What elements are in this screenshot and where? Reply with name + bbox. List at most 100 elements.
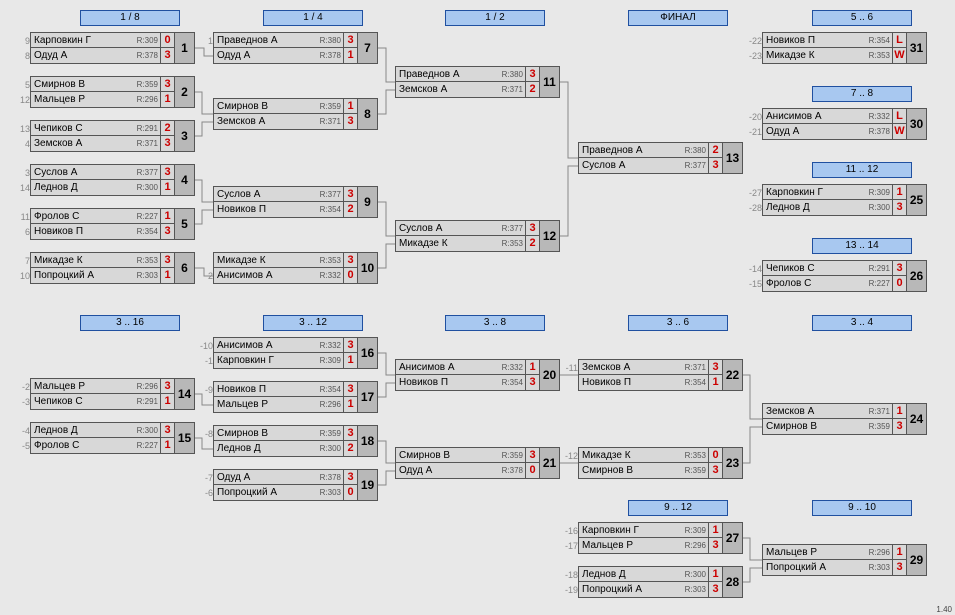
seed: 11 — [17, 209, 30, 225]
player-score: 3 — [708, 582, 722, 597]
player-name: Леднов Д — [31, 425, 134, 436]
column-header: 3 .. 12 — [263, 315, 363, 331]
player-score: 1 — [160, 209, 174, 224]
player-row: Новиков ПR:3543 — [395, 375, 540, 391]
player-row: Леднов ДR:3002 — [213, 441, 358, 457]
seed: -27 — [749, 185, 762, 201]
match: -18Леднов ДR:3001-19Попроцкий АR:303328 — [578, 566, 743, 598]
match-number: 26 — [907, 260, 927, 292]
player-score: 3 — [525, 221, 539, 236]
match: 1Праведнов АR:3803Одуд АR:37817 — [213, 32, 378, 64]
seed: -4 — [17, 423, 30, 439]
player-score: 2 — [525, 236, 539, 251]
player-score: 3 — [343, 338, 357, 353]
player-score: 1 — [160, 268, 174, 283]
seed: 10 — [17, 268, 30, 284]
match-number: 14 — [175, 378, 195, 410]
match-number: 12 — [540, 220, 560, 252]
player-row: -12Микадзе КR:3530 — [578, 447, 723, 463]
player-name: Микадзе К — [31, 255, 134, 266]
player-row: 11Фролов СR:2271 — [30, 208, 175, 224]
player-rating: R:371 — [866, 407, 892, 416]
match: 7Микадзе КR:353310Попроцкий АR:30316 — [30, 252, 195, 284]
seed: 14 — [17, 180, 30, 196]
player-row: -5Фролов СR:2271 — [30, 438, 175, 454]
match: Суслов АR:3773Новиков ПR:35429 — [213, 186, 378, 218]
player-score: 3 — [343, 187, 357, 202]
seed: -20 — [749, 109, 762, 125]
player-row: Смирнов ВR:3593 — [578, 463, 723, 479]
player-score: 3 — [708, 158, 722, 173]
player-score: 3 — [525, 67, 539, 82]
column-header: 3 .. 4 — [812, 315, 912, 331]
player-rating: R:300 — [134, 183, 160, 192]
match: -8Смирнов ВR:3593Леднов ДR:300218 — [213, 425, 378, 457]
player-score: 3 — [525, 375, 539, 390]
player-score: 1 — [708, 567, 722, 582]
player-rating: R:371 — [499, 85, 525, 94]
player-score: 2 — [160, 121, 174, 136]
match: -11Земсков АR:3713Новиков ПR:354122 — [578, 359, 743, 391]
player-row: 7Микадзе КR:3533 — [30, 252, 175, 268]
match-number: 28 — [723, 566, 743, 598]
seed: -22 — [749, 33, 762, 49]
player-name: Попроцкий А — [579, 584, 682, 595]
match-number: 5 — [175, 208, 195, 240]
match-number: 22 — [723, 359, 743, 391]
player-score: 3 — [708, 360, 722, 375]
player-score: 3 — [160, 165, 174, 180]
player-row: -20Анисимов АR:332L — [762, 108, 907, 124]
match-number: 3 — [175, 120, 195, 152]
seed: -3 — [17, 394, 30, 410]
match: 5Смирнов ВR:359312Мальцев РR:29612 — [30, 76, 195, 108]
player-score: 3 — [343, 33, 357, 48]
player-row: 9Карповкин ГR:3090 — [30, 32, 175, 48]
player-row: -16Карповкин ГR:3091 — [578, 522, 723, 538]
player-name: Земсков А — [579, 362, 682, 373]
column-header: 1 / 2 — [445, 10, 545, 26]
match: -9Новиков ПR:3543Мальцев РR:296117 — [213, 381, 378, 413]
player-score: 3 — [160, 48, 174, 63]
player-score: 1 — [708, 523, 722, 538]
player-name: Анисимов А — [214, 340, 317, 351]
player-name: Одуд А — [396, 465, 499, 476]
player-name: Карповкин Г — [763, 187, 866, 198]
seed: -7 — [200, 470, 213, 486]
player-score: 3 — [343, 253, 357, 268]
player-rating: R:354 — [134, 227, 160, 236]
player-rating: R:354 — [499, 378, 525, 387]
player-row: -17Мальцев РR:2963 — [578, 538, 723, 554]
player-name: Микадзе К — [396, 238, 499, 249]
player-row: -15Фролов СR:2270 — [762, 276, 907, 292]
match: Праведнов АR:3803Земсков АR:371211 — [395, 66, 560, 98]
player-score: W — [892, 124, 906, 139]
match: Праведнов АR:3802Суслов АR:377313 — [578, 142, 743, 174]
player-score: 0 — [708, 448, 722, 463]
seed: -5 — [17, 438, 30, 454]
player-score: 0 — [343, 485, 357, 500]
player-score: 1 — [160, 438, 174, 453]
player-score: 3 — [160, 136, 174, 151]
player-name: Суслов А — [31, 167, 134, 178]
player-row: Микадзе КR:3532 — [395, 236, 540, 252]
player-score: 1 — [525, 360, 539, 375]
player-row: Смирнов ВR:3593 — [762, 419, 907, 435]
player-row: Суслов АR:3773 — [213, 186, 358, 202]
player-rating: R:300 — [317, 444, 343, 453]
player-name: Попроцкий А — [763, 562, 866, 573]
seed: -21 — [749, 124, 762, 140]
match: Микадзе КR:35332Анисимов АR:332010 — [213, 252, 378, 284]
column-header: 3 .. 8 — [445, 315, 545, 331]
player-row: -7Одуд АR:3783 — [213, 469, 358, 485]
player-rating: R:377 — [317, 190, 343, 199]
player-name: Новиков П — [579, 377, 682, 388]
seed: 7 — [17, 253, 30, 269]
player-name: Фролов С — [31, 440, 134, 451]
seed: -9 — [200, 382, 213, 398]
match-number: 11 — [540, 66, 560, 98]
seed: 3 — [17, 165, 30, 181]
player-score: 1 — [343, 48, 357, 63]
player-score: 1 — [160, 180, 174, 195]
match-number: 29 — [907, 544, 927, 576]
player-row: -9Новиков ПR:3543 — [213, 381, 358, 397]
